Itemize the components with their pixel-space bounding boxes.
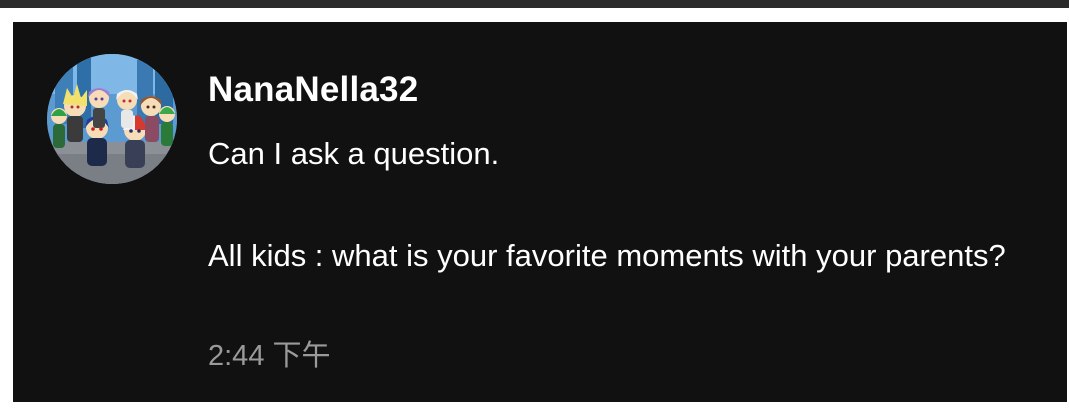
chat-message-card: NanaNella32 Can I ask a question. All ki…	[13, 22, 1067, 402]
message-body: Can I ask a question. All kids : what is…	[208, 128, 1028, 281]
avatar[interactable]	[47, 54, 177, 184]
anime-characters-group-avatar-icon	[47, 54, 177, 184]
top-divider	[0, 0, 1069, 8]
message-timestamp: 2:44 下午	[208, 340, 331, 372]
author-name[interactable]: NanaNella32	[208, 70, 418, 110]
message-line: Can I ask a question.	[208, 136, 500, 171]
message-line: All kids : what is your favorite moments…	[208, 238, 1006, 273]
